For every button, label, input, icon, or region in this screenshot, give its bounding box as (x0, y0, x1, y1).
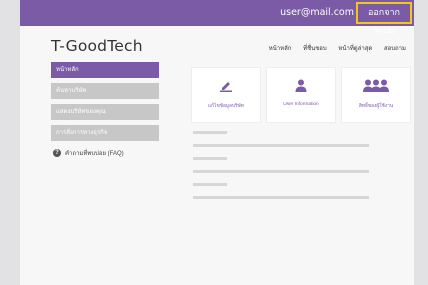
sidebar-item-search-company[interactable]: ค้นหาบริษัท (51, 83, 159, 99)
nav-item-recent[interactable]: หน้าที่ดูล่าสุด (338, 46, 372, 52)
edit-icon (219, 78, 233, 92)
top-bar: user@mail.com ออกจากระบบ (20, 0, 414, 36)
sidebar-item-home[interactable]: หน้าหลัก (51, 62, 159, 78)
card-label: สิทธิ์ของผู้ใช้งาน (358, 104, 394, 109)
user-icon (295, 78, 307, 92)
card-edit-company[interactable]: แก้ไขข้อมูลบริษัท (192, 68, 260, 122)
sidebar-item-business-orders[interactable]: การสั่งการทางธุรกิจ (51, 125, 159, 141)
help-icon: ? (53, 149, 61, 157)
sidebar-item-faq[interactable]: ? คำถามที่พบบ่อย (FAQ) (51, 146, 159, 160)
nav-item-inquiry[interactable]: สอบถาม (384, 46, 406, 52)
nav-item-home[interactable]: หน้าหลัก (269, 46, 292, 52)
faq-label: คำถามที่พบบ่อย (FAQ) (65, 151, 124, 157)
card-label: User Information (283, 102, 319, 107)
user-email: user@mail.com (280, 7, 354, 18)
users-group-icon (363, 78, 389, 92)
nav-item-favorites[interactable]: ที่ชื่นชอบ (303, 46, 327, 52)
sidebar-item-your-company[interactable]: แสดงบริษัทของคุณ (51, 104, 159, 120)
card-user-information[interactable]: User Information (267, 68, 335, 122)
logout-button[interactable]: ออกจากระบบ (356, 2, 412, 36)
sidebar: หน้าหลัก ค้นหาบริษัท แสดงบริษัทของคุณ กา… (51, 62, 159, 160)
card-user-permissions[interactable]: สิทธิ์ของผู้ใช้งาน (342, 68, 410, 122)
top-nav: หน้าหลัก ที่ชื่นชอบ หน้าที่ดูล่าสุด สอบถ… (259, 43, 406, 53)
logo[interactable]: T-GoodTech (51, 37, 143, 55)
placeholder-line (193, 170, 369, 173)
app-frame: user@mail.com ออกจากระบบ T-GoodTech หน้า… (20, 0, 414, 285)
placeholder-line (193, 131, 227, 134)
action-cards: แก้ไขข้อมูลบริษัท User Information สิทธิ… (192, 68, 410, 122)
placeholder-line (193, 183, 227, 186)
placeholder-line (193, 157, 227, 160)
placeholder-line (193, 196, 369, 199)
content-placeholder (193, 131, 369, 209)
card-label: แก้ไขข้อมูลบริษัท (208, 104, 244, 109)
placeholder-line (193, 144, 369, 147)
